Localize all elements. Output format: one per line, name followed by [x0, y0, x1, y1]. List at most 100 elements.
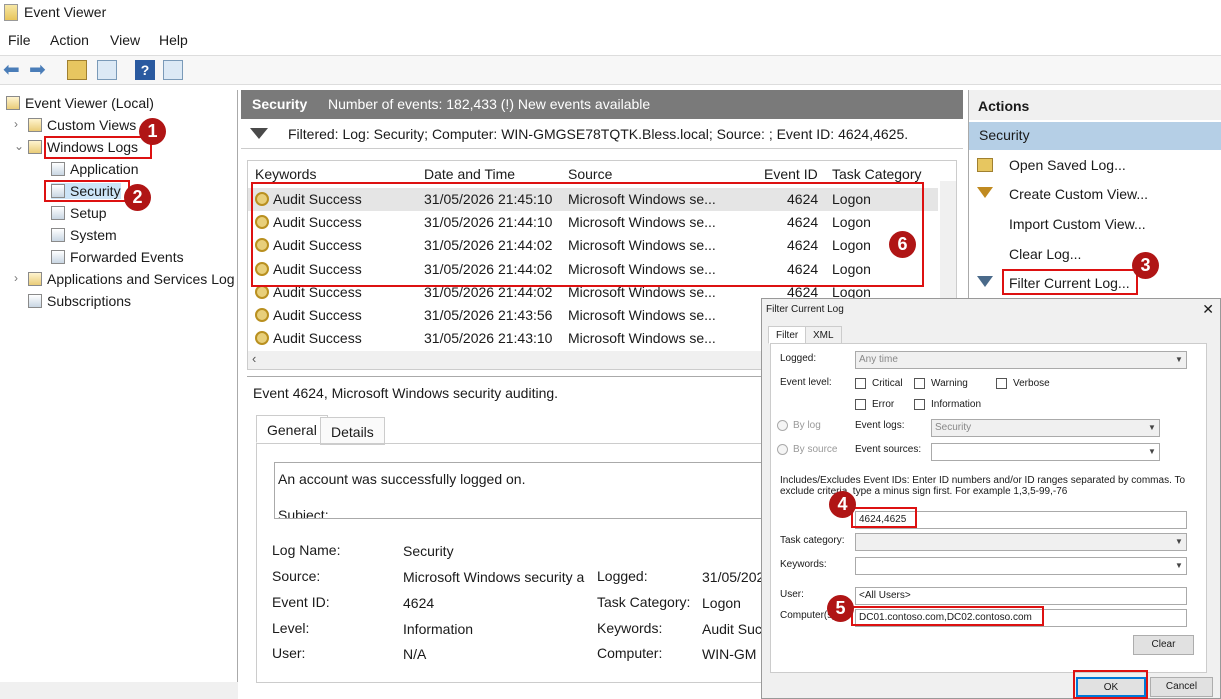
- menu-bar: File Action View Help: [0, 28, 1221, 52]
- tree-item-system[interactable]: System: [51, 227, 117, 243]
- tree-item-windows-logs[interactable]: ⌄ Windows Logs: [14, 139, 138, 155]
- event-logs-select[interactable]: Security ▼: [931, 419, 1160, 437]
- action-clear-log[interactable]: Clear Log...: [969, 242, 1221, 268]
- key-icon: [255, 261, 269, 276]
- tree-item-event-viewer-local[interactable]: Event Viewer (Local): [6, 95, 154, 111]
- cell-date-time: 31/05/2026 21:45:10: [424, 191, 553, 207]
- warning-label: Warning: [931, 378, 968, 389]
- cell-keywords: Audit Success: [273, 191, 362, 207]
- table-row[interactable]: Audit Success 31/05/2026 21:45:10 Microsof…: [248, 188, 938, 211]
- help-icon[interactable]: ?: [135, 60, 155, 80]
- user-input[interactable]: <All Users>: [855, 587, 1187, 605]
- step-badge-2: 2: [124, 184, 151, 211]
- cancel-button[interactable]: Cancel: [1150, 677, 1213, 697]
- cell-event-id: 4624: [787, 237, 819, 254]
- column-task-category[interactable]: Task Category: [832, 166, 921, 182]
- column-date-time[interactable]: Date and Time: [424, 166, 515, 182]
- close-icon[interactable]: ✕: [1202, 301, 1214, 318]
- up-folder-icon[interactable]: [67, 60, 87, 80]
- event-viewer-app-icon: [4, 4, 18, 21]
- level-label: Level:: [272, 620, 310, 636]
- cell-keywords: Audit Success: [273, 260, 362, 277]
- computers-input[interactable]: DC01.contoso.com,DC02.contoso.com: [855, 609, 1187, 627]
- key-icon: [255, 192, 269, 206]
- task-category-select[interactable]: ▼: [855, 533, 1187, 551]
- dialog-tab-filter[interactable]: Filter: [768, 326, 807, 344]
- logged-label: Logged:: [780, 353, 817, 364]
- dialog-title: Filter Current Log: [766, 304, 844, 315]
- key-icon: [255, 331, 269, 346]
- source-value: Microsoft Windows security a: [403, 569, 585, 585]
- logged-select[interactable]: Any time ▼: [855, 351, 1187, 369]
- tree-item-custom-views[interactable]: › Custom Views: [14, 117, 136, 133]
- by-log-radio[interactable]: [777, 420, 788, 431]
- log-icon: [51, 228, 65, 242]
- scroll-left-arrow-icon[interactable]: ‹: [252, 351, 256, 366]
- tab-general[interactable]: General: [256, 415, 328, 443]
- critical-label: Critical: [872, 378, 903, 389]
- step-badge-1: 1: [139, 118, 166, 145]
- tree-item-setup[interactable]: Setup: [51, 205, 107, 221]
- keywords-label: Keywords:: [780, 559, 827, 570]
- event-sources-select[interactable]: ▼: [931, 443, 1160, 461]
- cell-date-time: 31/05/2026 21:44:02: [424, 237, 553, 254]
- verbose-label: Verbose: [1013, 378, 1050, 389]
- menu-action[interactable]: Action: [50, 32, 89, 48]
- dialog-tab-xml[interactable]: XML: [805, 326, 842, 344]
- ok-button[interactable]: OK: [1076, 677, 1146, 697]
- show-hide-tree-icon[interactable]: [97, 60, 117, 80]
- chevron-down-icon[interactable]: ⌄: [14, 139, 24, 153]
- column-keywords[interactable]: Keywords: [255, 166, 316, 182]
- verbose-checkbox[interactable]: [996, 378, 1007, 389]
- tab-details[interactable]: Details: [320, 417, 385, 445]
- warning-checkbox[interactable]: [914, 378, 925, 389]
- menu-file[interactable]: File: [8, 32, 31, 48]
- chevron-down-icon: ▼: [1148, 447, 1156, 456]
- event-level-label: Event level:: [780, 377, 832, 388]
- tree-item-subscriptions[interactable]: Subscriptions: [28, 293, 131, 309]
- chevron-right-icon[interactable]: ›: [14, 117, 18, 131]
- table-row[interactable]: Audit Success 31/05/2026 21:44:10 Microsof…: [248, 211, 938, 234]
- menu-view[interactable]: View: [110, 32, 140, 48]
- action-import-custom-view[interactable]: Import Custom View...: [969, 212, 1221, 238]
- keywords-select[interactable]: ▼: [855, 557, 1187, 575]
- show-hide-action-pane-icon[interactable]: [163, 60, 183, 80]
- chevron-right-icon[interactable]: ›: [14, 271, 18, 285]
- by-source-radio[interactable]: [777, 444, 788, 455]
- cell-source: Microsoft Windows se...: [568, 260, 716, 277]
- back-arrow-icon[interactable]: ⬅: [3, 60, 23, 80]
- action-filter-current-log[interactable]: Filter Current Log...: [969, 271, 1221, 297]
- tree-item-application[interactable]: Application: [51, 161, 139, 177]
- information-checkbox[interactable]: [914, 399, 925, 410]
- table-row[interactable]: Audit Success 31/05/2026 21:44:02 Microsof…: [248, 234, 938, 257]
- cell-keywords: Audit Success: [273, 283, 362, 300]
- filter-description: Filtered: Log: Security; Computer: WIN-G…: [288, 126, 909, 142]
- tree-item-security[interactable]: Security: [51, 183, 121, 199]
- folder-icon: [28, 272, 42, 286]
- table-row[interactable]: Audit Success 31/05/2026 21:44:02 Microsof…: [248, 258, 938, 281]
- critical-checkbox[interactable]: [855, 378, 866, 389]
- event-message-box[interactable]: An account was successfully logged on. S…: [274, 462, 764, 519]
- actions-section-security[interactable]: Security: [969, 122, 1221, 150]
- event-ids-input[interactable]: 4624,4625: [855, 511, 1187, 529]
- cell-date-time: 31/05/2026 21:44:10: [424, 214, 553, 231]
- error-checkbox[interactable]: [855, 399, 866, 410]
- tree-item-applications-services[interactable]: › Applications and Services Log: [14, 271, 235, 287]
- filter-bar: Filtered: Log: Security; Computer: WIN-G…: [241, 121, 963, 149]
- log-name-value: Security: [403, 543, 454, 559]
- column-event-id[interactable]: Event ID: [764, 166, 818, 182]
- tree-horizontal-scrollbar[interactable]: [0, 682, 238, 699]
- task-category-value: Logon: [702, 595, 741, 611]
- column-source[interactable]: Source: [568, 166, 612, 182]
- menu-help[interactable]: Help: [159, 32, 188, 48]
- tree-item-forwarded-events[interactable]: Forwarded Events: [51, 249, 184, 265]
- forward-arrow-icon[interactable]: ➡: [29, 60, 49, 80]
- action-open-saved-log[interactable]: Open Saved Log...: [969, 153, 1221, 179]
- computer-value: WIN-GM: [702, 646, 757, 662]
- chevron-down-icon: ▼: [1175, 537, 1183, 546]
- user-label: User:: [780, 589, 804, 600]
- folder-icon: [28, 118, 42, 132]
- action-create-custom-view[interactable]: Create Custom View...: [969, 182, 1221, 208]
- keywords-value: Audit Suc: [702, 621, 762, 637]
- clear-button[interactable]: Clear: [1133, 635, 1194, 655]
